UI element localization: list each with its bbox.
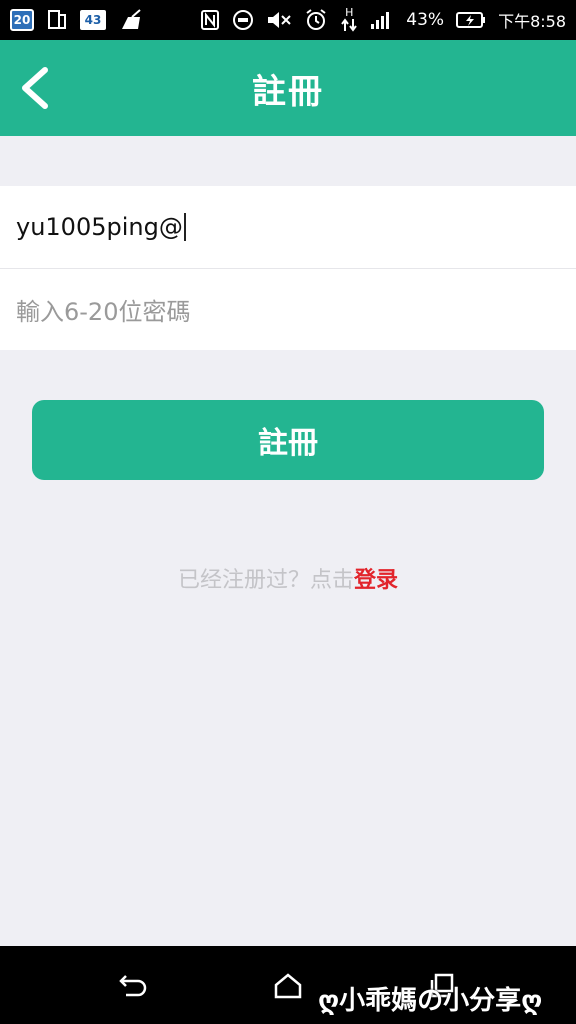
account-input[interactable]: yu1005ping@ bbox=[16, 213, 183, 241]
login-link[interactable]: 登录 bbox=[354, 568, 398, 593]
do-not-disturb-icon bbox=[232, 9, 254, 31]
home-nav-button[interactable] bbox=[268, 968, 308, 1004]
status-bar-right: H 43% 下午8:58 bbox=[200, 6, 566, 32]
app-header: 註冊 bbox=[0, 40, 576, 136]
network-type-label: H bbox=[345, 6, 354, 19]
back-button[interactable] bbox=[14, 64, 54, 112]
data-transfer-icon: H bbox=[340, 6, 358, 32]
mute-icon bbox=[266, 9, 292, 31]
battery-charging-icon bbox=[456, 11, 486, 29]
register-form: yu1005ping@ 輸入6-20位密碼 bbox=[0, 186, 576, 350]
battery-percent: 43% bbox=[406, 10, 445, 30]
nfc-icon bbox=[200, 9, 220, 31]
cleaner-icon bbox=[118, 9, 144, 31]
password-input[interactable]: 輸入6-20位密碼 bbox=[16, 292, 190, 327]
back-arrow-icon bbox=[119, 975, 147, 997]
notification-count-icon: 43 bbox=[80, 10, 106, 30]
login-hint: 已经注册过？点击登录 bbox=[0, 562, 576, 594]
status-bar-left: 20 43 bbox=[10, 9, 144, 31]
clock: 下午8:58 bbox=[498, 12, 566, 31]
account-field[interactable]: yu1005ping@ bbox=[0, 186, 576, 268]
chevron-left-icon bbox=[22, 67, 48, 109]
text-cursor bbox=[183, 213, 186, 241]
register-button[interactable]: 註冊 bbox=[32, 400, 544, 480]
login-hint-text: 已经注册过？点击 bbox=[177, 568, 354, 593]
screen-mirror-icon bbox=[46, 9, 68, 31]
signal-strength-icon bbox=[370, 10, 394, 30]
watermark: ღ小乖媽の小分享ღ bbox=[318, 986, 543, 1016]
password-field[interactable]: 輸入6-20位密碼 bbox=[0, 268, 576, 350]
page-title: 註冊 bbox=[252, 71, 324, 112]
back-nav-button[interactable] bbox=[114, 968, 154, 1004]
calendar-icon: 20 bbox=[10, 9, 34, 31]
alarm-icon bbox=[304, 8, 328, 32]
status-bar: 20 43 H 43% 下午8:58 bbox=[0, 0, 576, 40]
home-icon bbox=[274, 973, 302, 999]
